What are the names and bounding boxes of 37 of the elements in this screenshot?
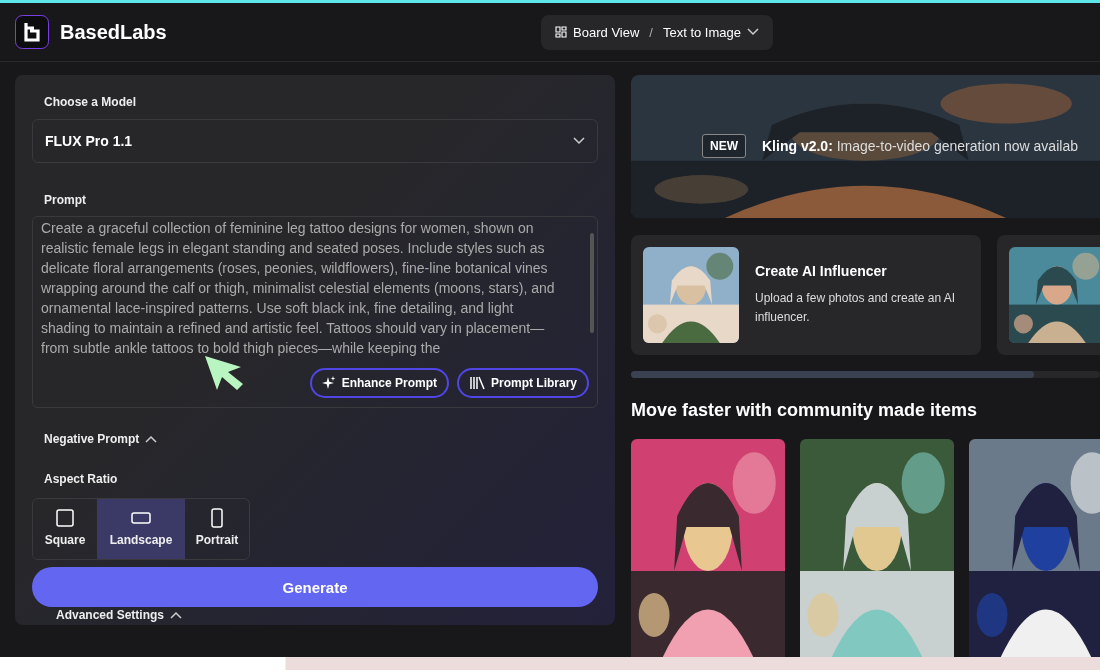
negative-prompt-toggle[interactable]: Negative Prompt — [32, 432, 598, 446]
announcement-text: Kling v2.0: Image-to-video generation now availab — [762, 138, 1078, 154]
model-dropdown[interactable]: FLUX Pro 1.1 — [32, 119, 598, 163]
brand-name: BasedLabs — [60, 20, 167, 44]
aspect-ratio-option[interactable]: Square — [33, 499, 97, 559]
breadcrumb-separator: / — [649, 24, 653, 40]
chevron-icon — [145, 435, 158, 443]
grid-icon — [555, 26, 568, 38]
aspect-ratio-option[interactable]: Landscape — [97, 499, 185, 559]
sparkle-icon — [321, 376, 336, 390]
card-description: Upload a few photos and create an AI influencer. — [755, 290, 957, 326]
prompt-action-button[interactable]: Enhance Prompt — [309, 368, 449, 398]
aspect-ratio-option[interactable]: Portrait — [185, 499, 249, 559]
prompt-action-button[interactable]: Prompt Library — [457, 368, 589, 398]
feature-card[interactable]: Create AI Influencer Upload a few photos and create an AI influencer. — [631, 235, 981, 355]
section-heading: Move faster with community made items — [631, 400, 979, 421]
page-dropdown[interactable]: Text to Image — [662, 24, 759, 40]
feature-card[interactable] — [997, 235, 1100, 355]
field-label: Choose a Model — [43, 95, 137, 109]
field-label: Aspect Ratio — [43, 472, 119, 486]
card-title: Create AI Influencer — [755, 263, 888, 279]
scrollbar-thumb[interactable] — [631, 371, 1034, 378]
model-value: FLUX Pro 1.1 — [45, 133, 133, 149]
field-label: Prompt — [43, 193, 87, 207]
library-icon — [469, 376, 485, 390]
chevron-icon — [170, 611, 183, 619]
board-view-link[interactable]: Board View — [555, 24, 640, 40]
advanced-settings-toggle[interactable]: Advanced Settings — [44, 608, 183, 622]
generate-button[interactable]: Generate — [32, 567, 598, 607]
square-icon — [54, 507, 76, 529]
logo-icon — [15, 15, 49, 49]
chevron-icon — [747, 28, 759, 36]
prompt-field[interactable] — [32, 216, 598, 408]
cursor-icon — [203, 354, 245, 392]
prompt-text: Create a graceful collection of feminine leg tattoo designs for women, shown on realistic female legs in elegant standing and seated poses. Include styles such as delicate floral arrangements (roses, peonies, wildflowers), fine-line botanical vines wrapping around the calf or thigh, minimalist celestial elements (moons, stars), and ornamental lace-inspired patterns. Use soft black ink, fine detailing, and light shading to maintain a refined and artistic feel. Tattoos should vary in placement—from subtle ankle tattoos to bold thigh pieces—while keeping the — [40, 219, 556, 358]
chevron-icon — [573, 137, 585, 145]
new-badge: NEW — [702, 134, 746, 158]
